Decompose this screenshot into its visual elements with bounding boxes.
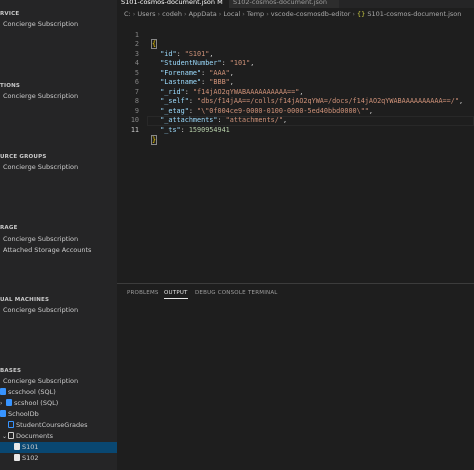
tree-item-documents[interactable]: ⌄ Documents <box>0 431 117 442</box>
tab-debug-console[interactable]: DEBUG CONSOLE <box>195 288 246 298</box>
code-line: 1 { <box>117 21 474 49</box>
section-header-resource-groups[interactable]: URCE GROUPS <box>0 154 47 160</box>
tab-terminal[interactable]: TERMINAL <box>248 288 278 298</box>
tree-item-label: SchoolDb <box>8 410 39 418</box>
tree-item-label: StudentCourseGrades <box>16 421 88 429</box>
tree-item-label: scschool (SQL) <box>8 388 56 396</box>
editor-tab-bar: S101-cosmos-document.json M S102-cosmos-… <box>117 0 474 8</box>
tree-item-s102[interactable]: S102 <box>0 453 117 464</box>
json-key: "_ts" <box>160 125 181 134</box>
database-icon <box>6 399 12 406</box>
tab-s102-document[interactable]: S102-cosmos-document.json <box>229 0 339 8</box>
tree-item-label: S102 <box>22 454 39 462</box>
code-line: 7 "_self": "dbs/f14jAA==/colls/f14jAO2qY… <box>117 78 474 106</box>
json-value: 1590954941 <box>188 125 230 134</box>
breadcrumb-item[interactable]: Temp <box>247 10 264 18</box>
code-editor[interactable]: 1 { 2 "id": "S101", 3 "StudentNumber": "… <box>117 21 474 283</box>
section-header-functions[interactable]: TIONS <box>0 83 20 89</box>
code-line: 5 "Lastname": "BBB", <box>117 59 474 87</box>
folder-icon <box>8 432 14 439</box>
section-header-app-service[interactable]: RVICE <box>0 11 19 17</box>
breadcrumb-item[interactable]: codeh <box>162 10 182 18</box>
json-file-icon: {} <box>357 10 366 18</box>
document-icon <box>14 443 20 450</box>
tab-output[interactable]: OUTPUT <box>164 288 188 299</box>
breadcrumb-item[interactable]: Local <box>223 10 240 18</box>
database-icon <box>0 410 6 417</box>
database-icon <box>0 388 6 395</box>
subscription-item[interactable]: Concierge Subscription <box>3 235 78 243</box>
breadcrumb: C: › Users › codeh › AppData › Local › Temp › vscode… <box>117 8 474 21</box>
explorer-sidebar: RVICE Concierge Subscription TIONS Conci… <box>0 0 117 470</box>
tree-item-scschool[interactable]: scschool (SQL) <box>0 387 117 398</box>
text-cursor <box>156 135 158 143</box>
tree-item-schooldb[interactable]: SchoolDb <box>0 409 117 420</box>
code-line: 11 } <box>117 116 474 145</box>
subscription-item[interactable]: Concierge Subscription <box>3 92 78 100</box>
tab-s101-document[interactable]: S101-cosmos-document.json M <box>117 0 229 8</box>
subscription-item[interactable]: Concierge Subscription <box>3 377 78 385</box>
code-line: 10 "_ts": 1590954941 <box>117 107 474 134</box>
tree-item-studentcoursegrades[interactable]: StudentCourseGrades <box>0 420 117 431</box>
tree-item-label: scshool (SQL) <box>14 399 59 407</box>
tree-item-s101[interactable]: S101 <box>0 442 117 453</box>
code-line: 4 "Forename": "AAA", <box>117 50 474 77</box>
tree-item-scshool[interactable]: › scshool (SQL) <box>0 398 117 409</box>
breadcrumb-item[interactable]: Users <box>137 10 155 18</box>
bottom-panel: PROBLEMS OUTPUT DEBUG CONSOLE TERMINAL <box>117 283 474 470</box>
section-header-virtual-machines[interactable]: UAL MACHINES <box>0 297 49 303</box>
tree-item-label: S101 <box>22 443 39 451</box>
code-line: 8 "_etag": "\"0f004ce9-0000-0100-0000-5e… <box>117 88 474 115</box>
tab-problems[interactable]: PROBLEMS <box>127 288 159 298</box>
code-line: 9 "_attachments": "attachments/", <box>117 97 474 125</box>
breadcrumb-item[interactable]: C: <box>124 10 131 18</box>
attached-storage-accounts-item[interactable]: Attached Storage Accounts <box>3 246 91 254</box>
section-header-databases[interactable]: BASES <box>0 368 21 374</box>
code-line: 2 "id": "S101", <box>117 31 474 58</box>
breadcrumb-item[interactable]: vscode-cosmosdb-editor <box>271 10 351 18</box>
tree-item-label: Documents <box>16 432 54 440</box>
subscription-item[interactable]: Concierge Subscription <box>3 20 78 28</box>
section-header-storage[interactable]: RAGE <box>0 225 18 231</box>
collection-icon <box>8 421 14 428</box>
breadcrumb-item[interactable]: AppData <box>189 10 217 18</box>
line-number: 11 <box>130 125 139 134</box>
subscription-item[interactable]: Concierge Subscription <box>3 306 78 314</box>
code-line: 3 "StudentNumber": "101", <box>117 40 474 68</box>
code-line: 6 "_rid": "f14jAO2qYWABAAAAAAAAAA==", <box>117 69 474 96</box>
subscription-item[interactable]: Concierge Subscription <box>3 163 78 171</box>
document-icon <box>14 454 20 461</box>
breadcrumb-file[interactable]: S101-cosmos-document.json <box>367 10 461 18</box>
